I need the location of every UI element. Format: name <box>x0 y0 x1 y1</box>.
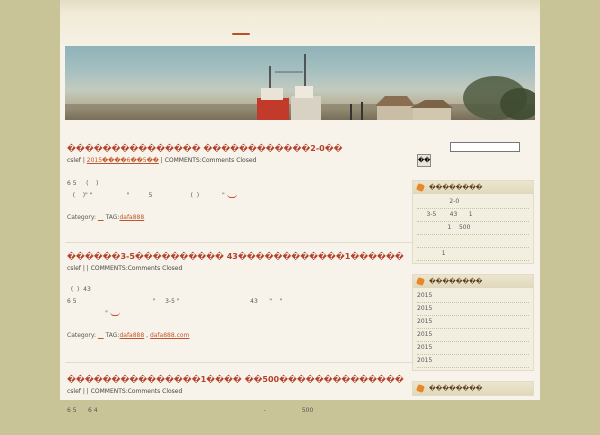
post-item: ���������������1���� ��500��������������… <box>65 375 465 435</box>
site-header <box>60 0 540 46</box>
post-title-link[interactable]: ������3-5���������� 43������������1�����… <box>65 252 465 262</box>
post-author[interactable]: cslef <box>67 157 81 164</box>
widget-title: �������� <box>413 181 533 194</box>
search-input[interactable] <box>450 142 520 152</box>
tag-label: TAG: <box>105 214 120 221</box>
post-item: ������3-5���������� 43������������1�����… <box>65 252 465 363</box>
archive-link[interactable]: 2015 <box>417 342 529 355</box>
post-list: ��������������� ������������2-0�� cslef … <box>65 134 465 435</box>
tag-link[interactable]: dafa888 <box>119 214 144 221</box>
header-ornament <box>232 33 250 35</box>
search-button[interactable]: �� <box>417 154 431 167</box>
widget-list: 2015 2015 2015 2015 2015 2015 <box>413 288 533 370</box>
tag-link[interactable]: dafa888 <box>119 332 144 339</box>
tag-label: TAG: <box>105 332 120 339</box>
sidebar: �� �������� 2-0 3-5 43 1 1 500 1 �������… <box>412 134 534 396</box>
post-excerpt: 6 5 ( ) ( )" " " 5 ( ) " <box>65 178 465 202</box>
category-link[interactable] <box>98 214 104 221</box>
widget-link[interactable]: 3-5 43 1 <box>417 209 529 222</box>
post-excerpt-line: 6 5 ( ) <box>67 180 99 187</box>
archive-link[interactable]: 2015 <box>417 316 529 329</box>
post-comments: COMMENTS:Comments Closed <box>164 157 257 164</box>
squiggle-mark <box>226 194 237 198</box>
squiggle-mark <box>109 312 120 316</box>
widget-link[interactable]: 1 <box>417 248 529 261</box>
post-taxonomy: Category: TAG:dafa888 <box>65 214 465 221</box>
widget-link[interactable]: 2-0 <box>417 196 529 209</box>
archive-link[interactable]: 2015 <box>417 290 529 303</box>
post-excerpt: 6 5 6 4 - 500 <box>65 405 465 417</box>
post-comments: COMMENTS:Comments Closed <box>90 265 183 272</box>
recent-posts-widget: �������� 2-0 3-5 43 1 1 500 1 <box>412 180 534 264</box>
widget-link[interactable] <box>417 235 529 248</box>
post-comments: COMMENTS:Comments Closed <box>90 388 183 395</box>
post-author[interactable]: cslef <box>67 388 81 395</box>
category-label: Category: <box>67 332 96 339</box>
feed-icon <box>416 277 425 286</box>
post-meta: cslef | | COMMENTS:Comments Closed <box>67 388 183 395</box>
post-excerpt-line: " <box>67 308 465 320</box>
post-excerpt: ( ) 43 6 5 " 3-5 " 43 " " " <box>65 284 465 320</box>
search-widget: �� <box>412 134 534 170</box>
header-banner-image <box>65 46 535 120</box>
post-excerpt-line: 6 5 " 3-5 " 43 " " <box>67 298 283 305</box>
archives-widget: �������� 2015 2015 2015 2015 2015 2015 <box>412 274 534 371</box>
feed-icon <box>416 183 425 192</box>
widget-link[interactable]: 1 500 <box>417 222 529 235</box>
post-meta: cslef | 2015����6��5�� | COMMENTS:Commen… <box>67 157 257 164</box>
category-label: Category: <box>67 214 96 221</box>
post-author[interactable]: cslef <box>67 265 81 272</box>
widget-title: �������� <box>413 382 533 395</box>
post-meta: cslef | | COMMENTS:Comments Closed <box>67 265 183 272</box>
archive-link[interactable]: 2015 <box>417 355 529 368</box>
widget-title: �������� <box>413 275 533 288</box>
post-item: ��������������� ������������2-0�� cslef … <box>65 144 465 243</box>
post-taxonomy: Category: TAG:dafa888 , dafa888.com <box>67 332 190 339</box>
tag-link[interactable]: dafa888.com <box>150 332 189 339</box>
harbor-scene-illustration <box>65 54 535 120</box>
post-title-link[interactable]: ���������������1���� ��500�������������� <box>65 375 465 385</box>
category-link[interactable] <box>98 332 104 339</box>
feed-icon <box>416 384 425 393</box>
widget-list: 2-0 3-5 43 1 1 500 1 <box>413 194 533 263</box>
post-excerpt-line: ( ) 43 <box>67 286 91 293</box>
post-excerpt-line: 6 5 6 4 - 500 <box>67 407 314 414</box>
post-title-link[interactable]: ��������������� ������������2-0�� <box>65 144 465 154</box>
post-date-link[interactable]: 2015����6��5�� <box>87 157 159 164</box>
archive-link[interactable]: 2015 <box>417 329 529 342</box>
archive-link[interactable]: 2015 <box>417 303 529 316</box>
post-excerpt-line: ( )" " " 5 ( ) " <box>67 190 465 202</box>
links-widget: �������� <box>412 381 534 396</box>
